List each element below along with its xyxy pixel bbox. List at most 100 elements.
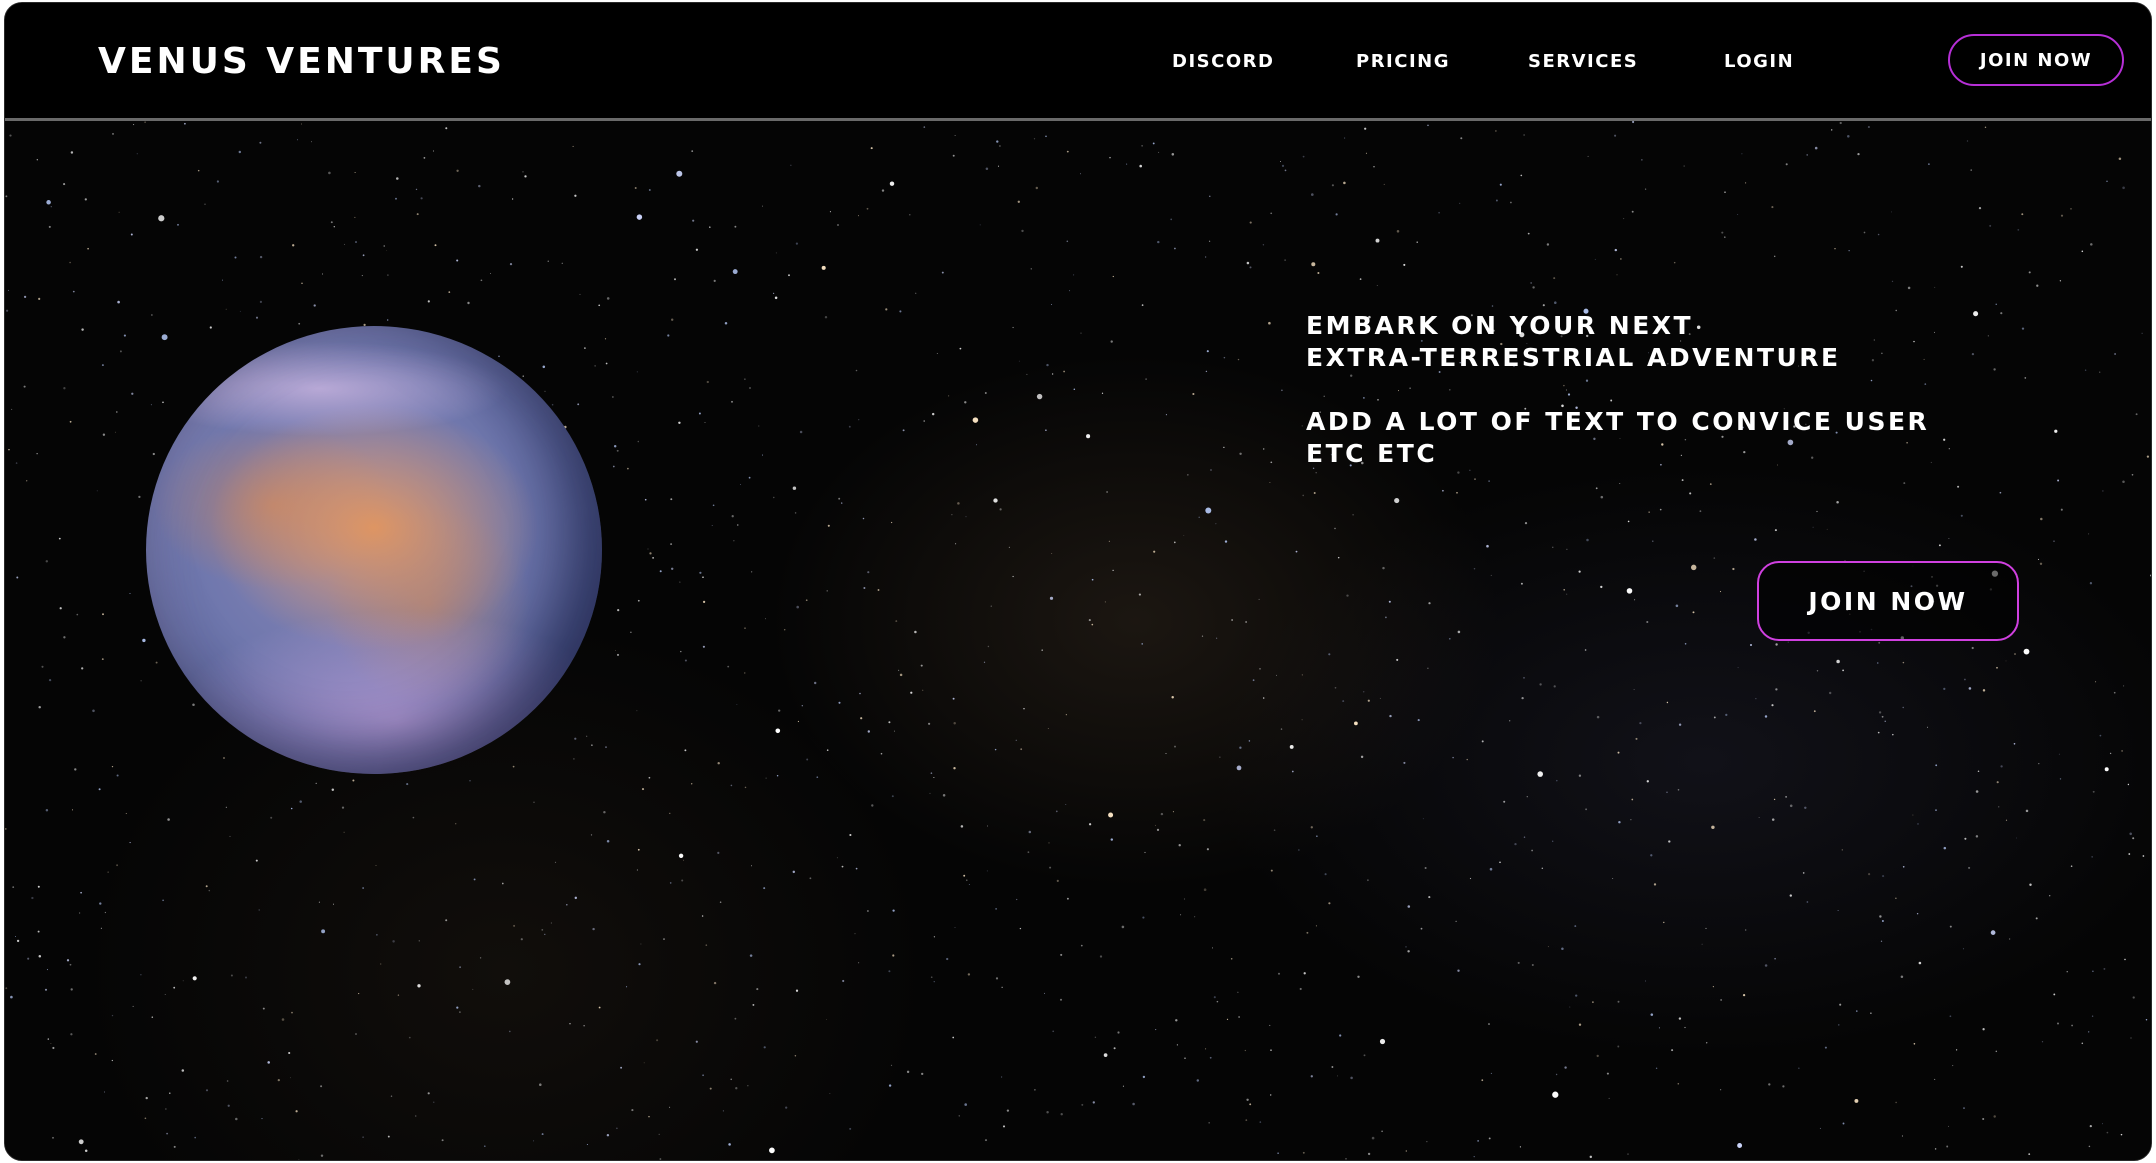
star [752, 1003, 755, 1006]
star [44, 988, 48, 991]
star [52, 1136, 54, 1139]
star [1176, 1044, 1179, 1046]
star [1417, 719, 1420, 722]
star [1666, 701, 1669, 704]
star [1964, 837, 1967, 840]
star [1978, 206, 1982, 210]
star [192, 976, 197, 981]
star [1019, 927, 1022, 930]
join-now-nav-button[interactable]: JOIN NOW [1948, 34, 2124, 86]
star [2120, 1133, 2123, 1136]
star [643, 1062, 645, 1064]
star [2146, 455, 2150, 458]
star [101, 658, 104, 661]
star [1646, 620, 1649, 624]
star [418, 940, 420, 942]
star [579, 293, 581, 295]
star [620, 1066, 623, 1069]
star [1975, 790, 1979, 793]
star [1968, 687, 1972, 690]
star [658, 1133, 660, 1136]
star [1600, 495, 1604, 499]
star [590, 834, 593, 836]
star [87, 247, 89, 250]
star [1396, 658, 1399, 661]
star [598, 1006, 601, 1009]
star [1080, 332, 1082, 334]
star [102, 433, 106, 436]
nav-link-login[interactable]: LOGIN [1724, 51, 1794, 72]
star [1066, 150, 1069, 153]
star [1041, 649, 1043, 651]
nav-link-pricing[interactable]: PRICING [1356, 51, 1450, 72]
star [158, 215, 165, 222]
star [1724, 191, 1726, 194]
star [1477, 1140, 1479, 1142]
star [1741, 153, 1743, 155]
star [947, 395, 950, 397]
star [1531, 849, 1533, 852]
star [1982, 1117, 1985, 1121]
star [1971, 646, 1974, 650]
star [698, 412, 701, 415]
star [1709, 483, 1712, 485]
star [1650, 854, 1653, 857]
star [1065, 714, 1067, 716]
star [1902, 865, 1905, 868]
star [1841, 849, 1843, 851]
star [914, 630, 917, 634]
star [1112, 569, 1114, 572]
star [951, 514, 953, 516]
hero-section: EMBARK ON YOUR NEXT EXTRA-TERRESTRIAL AD… [5, 121, 2151, 1160]
star [1328, 902, 1331, 905]
star [1048, 842, 1050, 844]
star [936, 352, 938, 354]
star [717, 761, 720, 765]
nav-link-services[interactable]: SERVICES [1528, 51, 1638, 72]
star [837, 224, 839, 226]
star [2106, 180, 2108, 183]
star [923, 420, 925, 422]
star [1701, 943, 1703, 945]
star [355, 241, 357, 243]
star [1280, 161, 1281, 162]
star [1088, 823, 1092, 826]
star [1001, 986, 1003, 988]
star [1785, 163, 1788, 166]
star [1495, 130, 1497, 132]
star [1030, 268, 1033, 270]
star [1344, 137, 1346, 139]
star [23, 295, 27, 299]
star [225, 806, 227, 808]
star [456, 169, 459, 172]
star [551, 403, 554, 406]
star [1530, 282, 1532, 284]
star [311, 141, 313, 143]
star [1523, 836, 1526, 838]
join-now-hero-button[interactable]: JOIN NOW [1757, 561, 2019, 641]
star [115, 411, 118, 413]
star [1215, 523, 1217, 525]
nav-link-discord[interactable]: DISCORD [1172, 51, 1274, 72]
star [1104, 601, 1106, 603]
star [208, 889, 211, 892]
star [695, 248, 699, 251]
star [997, 165, 1000, 167]
star [902, 429, 905, 432]
star [1170, 218, 1173, 221]
star [763, 887, 766, 890]
star [448, 291, 451, 293]
star [1957, 485, 1960, 488]
star [16, 939, 20, 943]
star [2084, 369, 2087, 371]
star [778, 709, 781, 712]
star [1008, 546, 1011, 549]
star [1277, 1152, 1279, 1154]
star [702, 1074, 704, 1077]
star [1192, 392, 1195, 396]
star [383, 245, 385, 247]
star [1648, 511, 1650, 513]
star [1046, 363, 1049, 367]
star [84, 1149, 88, 1152]
star [1457, 969, 1460, 972]
